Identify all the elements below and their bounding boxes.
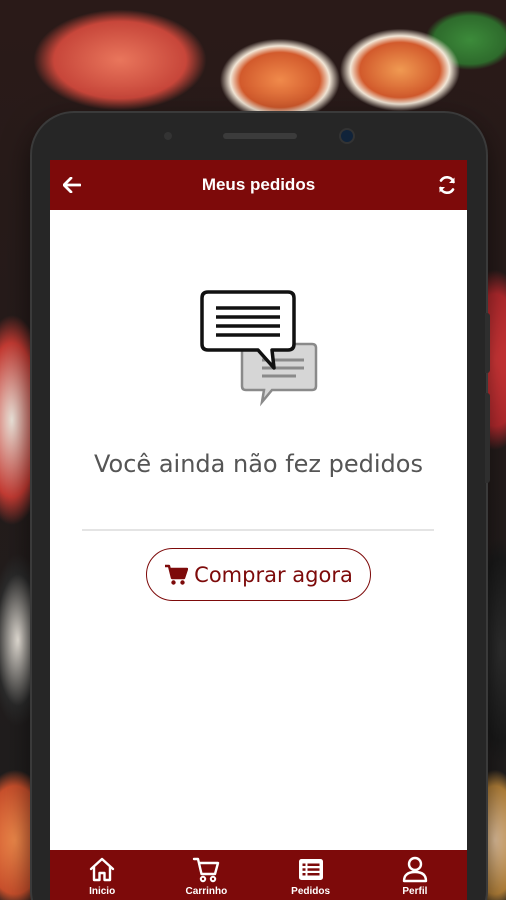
empty-state-message: Você ainda não fez pedidos — [94, 450, 423, 478]
back-button[interactable] — [60, 173, 84, 197]
phone-side-button — [485, 313, 490, 373]
phone-speaker — [223, 133, 297, 139]
nav-label: Carrinho — [185, 886, 228, 897]
phone-camera — [341, 130, 353, 142]
refresh-button[interactable] — [435, 173, 459, 197]
nav-item-carrinho[interactable]: Carrinho — [166, 850, 246, 900]
cart-icon — [164, 564, 189, 586]
bottom-navigation: Inicio Carrinho Pedidos Perfil — [50, 850, 467, 900]
buy-now-button[interactable]: Comprar agora — [146, 548, 371, 601]
home-icon — [89, 857, 115, 882]
nav-item-perfil[interactable]: Perfil — [375, 850, 455, 900]
app-screen: Meus pedidos Você ainda não fez pedidos — [50, 160, 467, 900]
nav-item-inicio[interactable]: Inicio — [62, 850, 142, 900]
arrow-left-icon — [63, 177, 81, 193]
page-title: Meus pedidos — [201, 175, 316, 194]
nav-label: Perfil — [402, 886, 428, 897]
list-icon — [298, 859, 323, 880]
user-icon — [402, 856, 428, 883]
phone-side-button — [485, 393, 490, 483]
chat-bubbles-icon — [200, 288, 320, 408]
nav-label: Pedidos — [291, 886, 331, 897]
refresh-icon — [439, 176, 455, 194]
divider — [82, 529, 434, 531]
cart-icon — [193, 857, 220, 883]
nav-item-pedidos[interactable]: Pedidos — [271, 850, 351, 900]
app-bar: Meus pedidos — [50, 160, 467, 210]
buy-now-label: Comprar agora — [194, 562, 353, 587]
nav-label: Inicio — [89, 886, 116, 897]
phone-sensor — [164, 132, 172, 140]
